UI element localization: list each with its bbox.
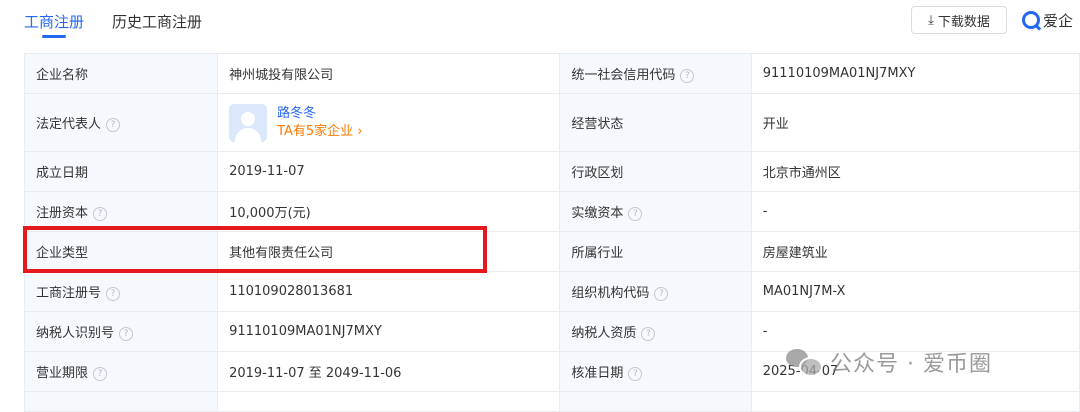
table-row: 企业类型 其他有限责任公司 所属行业 房屋建筑业: [23, 231, 1080, 272]
help-icon[interactable]: ?: [119, 326, 134, 341]
table-row: 成立日期 2019-11-07 行政区划 北京市通州区: [23, 151, 1080, 192]
value-industry: 房屋建筑业: [750, 231, 1080, 272]
help-icon[interactable]: ?: [106, 286, 121, 301]
brand-label: 爱企: [1043, 11, 1074, 30]
label-credit-code: 统一社会信用代码?: [559, 53, 752, 94]
value-org-code: MA01NJ7M-X: [750, 271, 1080, 312]
label-taxpayer-qualification: 纳税人资质?: [559, 311, 752, 352]
label-admin-region: 行政区划: [559, 151, 752, 192]
help-icon[interactable]: ?: [106, 117, 121, 132]
value-taxpayer-qualification: -: [750, 311, 1080, 352]
download-icon: ⤓: [928, 12, 934, 28]
label-industry: 所属行业: [559, 231, 752, 272]
help-icon[interactable]: ?: [680, 68, 695, 83]
help-icon[interactable]: ?: [628, 206, 643, 221]
label-status: 经营状态: [559, 93, 752, 152]
label-established-date: 成立日期: [23, 151, 219, 192]
label-company-name: 企业名称: [23, 53, 219, 94]
value-approval-date: 2025-04-07: [750, 351, 1080, 392]
value-registered-capital: 10,000万(元): [217, 191, 561, 232]
value-taxpayer-id: 91110109MA01NJ7MXY: [217, 311, 561, 352]
chevron-right-icon: ›: [357, 123, 363, 139]
help-icon[interactable]: ?: [93, 206, 108, 221]
aiqicha-logo-icon: [1022, 11, 1040, 29]
help-icon[interactable]: ?: [93, 366, 108, 381]
table-row: [23, 391, 1080, 412]
value-admin-region: 北京市通州区: [750, 151, 1080, 192]
tab-business-registration[interactable]: 工商注册: [24, 0, 84, 44]
label-registration-number: 工商注册号?: [23, 271, 219, 312]
label-taxpayer-id: 纳税人识别号?: [23, 311, 219, 352]
value-business-term: 2019-11-07 至 2049-11-06: [217, 351, 561, 392]
value-status: 开业: [750, 93, 1080, 152]
legal-rep-card: 路冬冬 TA有5家企业 ›: [229, 103, 559, 142]
rep-companies-link[interactable]: TA有5家企业 ›: [277, 123, 362, 141]
label-registered-capital: 注册资本?: [23, 191, 219, 232]
value-legal-rep: 路冬冬 TA有5家企业 ›: [217, 93, 561, 152]
label-company-type: 企业类型: [23, 231, 219, 272]
table-row: 企业名称 神州城投有限公司 统一社会信用代码? 91110109MA01NJ7M…: [23, 53, 1080, 94]
table-row: 纳税人识别号? 91110109MA01NJ7MXY 纳税人资质? -: [23, 311, 1080, 352]
label-paid-capital: 实缴资本?: [559, 191, 752, 232]
business-info-table: 企业名称 神州城投有限公司 统一社会信用代码? 91110109MA01NJ7M…: [23, 53, 1080, 412]
table-row: 注册资本? 10,000万(元) 实缴资本? -: [23, 191, 1080, 232]
value-credit-code: 91110109MA01NJ7MXY: [750, 53, 1080, 94]
value-established-date: 2019-11-07: [217, 151, 561, 192]
table-row: 营业期限? 2019-11-07 至 2049-11-06 核准日期? 2025…: [23, 351, 1080, 392]
help-icon[interactable]: ?: [628, 366, 643, 381]
tab-bar: 工商注册 历史工商注册: [24, 0, 230, 44]
label-business-term: 营业期限?: [23, 351, 219, 392]
table-row: 法定代表人? 路冬冬 TA有5家企业 › 经营状态 开业: [23, 93, 1080, 152]
legal-rep-name-link[interactable]: 路冬冬: [277, 105, 362, 123]
label-legal-rep: 法定代表人?: [23, 93, 219, 152]
table-row: 工商注册号? 110109028013681 组织机构代码? MA01NJ7M-…: [23, 271, 1080, 312]
download-data-button[interactable]: ⤓ 下载数据: [911, 6, 1007, 34]
value-paid-capital: -: [750, 191, 1080, 232]
download-label: 下载数据: [937, 14, 990, 30]
value-company-type: 其他有限责任公司: [217, 231, 561, 272]
brand-logo[interactable]: 爱企: [1022, 6, 1073, 34]
help-icon[interactable]: ?: [641, 326, 656, 341]
value-company-name: 神州城投有限公司: [217, 53, 561, 94]
help-icon[interactable]: ?: [654, 286, 669, 301]
value-registration-number: 110109028013681: [217, 271, 561, 312]
label-approval-date: 核准日期?: [559, 351, 752, 392]
label-org-code: 组织机构代码?: [559, 271, 752, 312]
avatar[interactable]: [229, 103, 268, 142]
tab-history-registration[interactable]: 历史工商注册: [112, 0, 202, 44]
